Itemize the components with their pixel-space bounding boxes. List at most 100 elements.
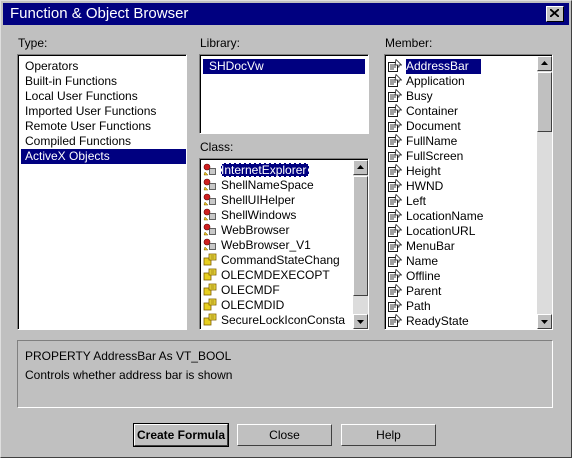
property-icon — [388, 284, 402, 297]
member-list-item-label: LocationURL — [406, 224, 476, 238]
type-list-item-label: Remote User Functions — [25, 119, 152, 133]
class-list-item-label: OLECMDEXECOPT — [221, 268, 330, 282]
class-list-item[interactable]: OLECMDID — [203, 298, 351, 313]
class-list-item[interactable]: CommandStateChang — [203, 253, 351, 268]
member-list-item-label: Parent — [406, 284, 442, 298]
class-list-item[interactable]: OLECMDEXECOPT — [203, 268, 351, 283]
property-icon — [388, 179, 402, 192]
type-list-item[interactable]: Remote User Functions — [25, 119, 186, 134]
member-list-item[interactable]: Offline — [388, 269, 536, 284]
class-list-item[interactable]: WebBrowser — [203, 223, 351, 238]
type-list-item[interactable]: Compiled Functions — [25, 134, 186, 149]
member-list-item-label: FullScreen — [406, 149, 464, 163]
member-list-item[interactable]: Parent — [388, 284, 536, 299]
property-icon — [388, 254, 402, 267]
class-list[interactable]: InternetExplorer ShellNameSpace ShellUIHel… — [199, 158, 369, 330]
property-icon — [388, 239, 402, 252]
property-icon — [388, 299, 402, 312]
type-list-item[interactable]: Built-in Functions — [25, 74, 186, 89]
member-list[interactable]: AddressBar Application Busy Container Docume… — [384, 54, 553, 330]
property-icon — [388, 224, 402, 237]
library-list-item[interactable]: SHDocVw — [203, 59, 365, 74]
member-scroll-down-button[interactable] — [537, 314, 552, 329]
library-list[interactable]: SHDocVw — [199, 54, 369, 134]
member-list-item[interactable]: FullName — [388, 134, 536, 149]
member-list-item-label: ReadyState — [406, 314, 469, 328]
enum-icon — [203, 298, 217, 311]
close-window-button[interactable] — [546, 6, 564, 22]
member-list-item[interactable]: FullScreen — [388, 149, 536, 164]
member-list-item[interactable]: LocationName — [388, 209, 536, 224]
member-list-item[interactable]: Left — [388, 194, 536, 209]
class-list-item[interactable]: InternetExplorer — [203, 163, 351, 178]
member-list-item[interactable]: Application — [388, 74, 536, 89]
member-list-item-label: Height — [406, 164, 441, 178]
class-list-inner: InternetExplorer ShellNameSpace ShellUIHel… — [200, 159, 368, 329]
member-list-item-label: AddressBar — [406, 59, 481, 74]
type-list-item-label: Local User Functions — [25, 89, 138, 103]
class-list-item[interactable]: ShellWindows — [203, 208, 351, 223]
member-list-item[interactable]: Container — [388, 104, 536, 119]
class-scroll-up-button[interactable] — [353, 160, 368, 175]
member-list-item-label: MenuBar — [406, 239, 455, 253]
member-list-item[interactable]: Busy — [388, 89, 536, 104]
class-scroll-down-button[interactable] — [353, 314, 368, 329]
property-icon — [388, 104, 402, 117]
type-list-item-label: ActiveX Objects — [25, 149, 110, 163]
library-list-item-label: SHDocVw — [209, 59, 264, 73]
class-list-item[interactable]: OLECMDF — [203, 283, 351, 298]
member-list-item[interactable]: LocationURL — [388, 224, 536, 239]
class-list-item-label: WebBrowser_V1 — [221, 238, 311, 252]
member-list-item[interactable]: Height — [388, 164, 536, 179]
member-list-item-label: Application — [406, 74, 465, 88]
type-list-item[interactable]: Local User Functions — [25, 89, 186, 104]
close-button[interactable]: Close — [237, 424, 332, 446]
type-list-item[interactable]: ActiveX Objects — [21, 149, 186, 164]
member-scroll-thumb[interactable] — [537, 72, 552, 132]
member-list-item-label: Document — [406, 119, 461, 133]
member-list-item[interactable]: Document — [388, 119, 536, 134]
function-object-browser-window: Function & Object Browser Type: Operator… — [0, 0, 572, 458]
member-list-inner: AddressBar Application Busy Container Docume… — [385, 55, 552, 329]
type-list-item-label: Compiled Functions — [25, 134, 132, 148]
member-list-item[interactable]: Path — [388, 299, 536, 314]
class-list-item[interactable]: ShellNameSpace — [203, 178, 351, 193]
property-icon — [388, 89, 402, 102]
member-scrollbar[interactable] — [537, 56, 552, 329]
type-list-item[interactable]: Imported User Functions — [25, 104, 186, 119]
member-scroll-up-button[interactable] — [537, 56, 552, 71]
class-scrollbar[interactable] — [353, 160, 368, 329]
window-title: Function & Object Browser — [10, 5, 189, 22]
class-list-item-label: SecureLockIconConsta — [221, 313, 346, 327]
member-signature: PROPERTY AddressBar As VT_BOOL — [25, 349, 232, 363]
type-list-item[interactable]: Operators — [25, 59, 186, 74]
class-list-item[interactable]: SecureLockIconConsta — [203, 313, 351, 328]
member-list-item[interactable]: MenuBar — [388, 239, 536, 254]
class-scroll-thumb[interactable] — [353, 176, 368, 296]
type-list[interactable]: Operators Built-in Functions Local User Fu… — [17, 54, 187, 330]
member-list-item[interactable]: Name — [388, 254, 536, 269]
member-list-item[interactable]: ReadyState — [388, 314, 536, 329]
arrow-down-icon — [357, 320, 364, 324]
property-icon — [388, 74, 402, 87]
property-icon — [388, 314, 402, 327]
member-list-item-label: LocationName — [406, 209, 484, 223]
member-list-item-label: FullName — [406, 134, 458, 148]
type-list-item-label: Imported User Functions — [25, 104, 157, 118]
type-list-inner: Operators Built-in Functions Local User Fu… — [18, 55, 186, 329]
help-button[interactable]: Help — [341, 424, 436, 446]
class-object-icon — [203, 238, 216, 251]
create-formula-button[interactable]: Create Formula — [133, 423, 229, 447]
library-list-inner: SHDocVw — [200, 55, 368, 133]
title-bar: Function & Object Browser — [3, 3, 569, 25]
class-list-item-label: WebBrowser — [221, 223, 290, 237]
member-list-item[interactable]: AddressBar — [388, 59, 536, 74]
class-list-item[interactable]: WebBrowser_V1 — [203, 238, 351, 253]
member-list-item[interactable]: HWND — [388, 179, 536, 194]
class-list-item[interactable]: ShellUIHelper — [203, 193, 351, 208]
enum-icon — [203, 283, 217, 296]
arrow-down-icon — [541, 320, 548, 324]
class-object-icon — [203, 163, 216, 176]
member-list-item-label: Left — [406, 194, 427, 208]
member-label: Member: — [385, 36, 433, 50]
